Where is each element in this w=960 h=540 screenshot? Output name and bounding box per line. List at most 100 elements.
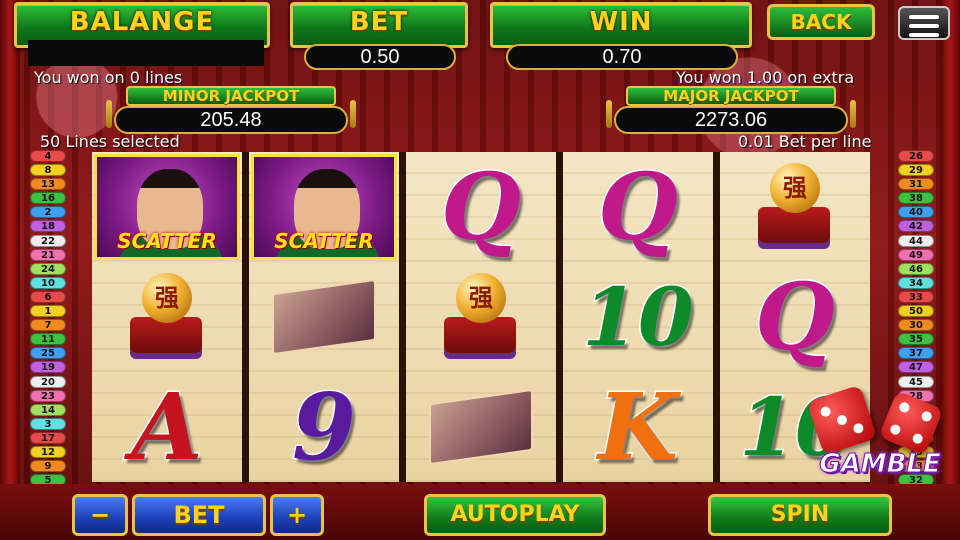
payline-number[interactable]: 50 xyxy=(898,305,934,318)
bet-button[interactable]: BET xyxy=(132,494,266,536)
payline-number[interactable]: 33 xyxy=(898,290,934,303)
scroll-symbol xyxy=(406,372,556,482)
win-label: WIN xyxy=(589,7,653,37)
letter-symbol-a: A xyxy=(92,372,242,482)
payline-number[interactable]: 25 xyxy=(30,347,66,360)
payline-number[interactable]: 26 xyxy=(898,150,934,162)
reel-3: Q强 xyxy=(406,152,556,482)
reel-1: SCATTER 强 A xyxy=(92,152,242,482)
payline-number[interactable]: 46 xyxy=(898,262,934,275)
symbol-glyph: Q xyxy=(753,263,836,371)
balance-value-box xyxy=(28,40,264,66)
crystal-orb-icon: 强 xyxy=(740,159,850,255)
payline-number[interactable]: 23 xyxy=(30,389,66,402)
payline-number[interactable]: 45 xyxy=(898,375,934,388)
tassel-icon xyxy=(850,100,856,128)
major-jackpot-label: MAJOR JACKPOT xyxy=(626,86,836,106)
symbol-glyph: A xyxy=(130,373,204,481)
orb-symbol: 强 xyxy=(406,262,556,372)
lines-selected-text: 50 Lines selected xyxy=(40,132,180,151)
payline-number[interactable]: 6 xyxy=(30,290,66,303)
crystal-orb-icon: 强 xyxy=(426,269,536,365)
scroll-map-icon xyxy=(425,388,537,466)
letter-symbol-k: K xyxy=(563,372,713,482)
bet-increase-button[interactable]: + xyxy=(270,494,324,536)
payline-number[interactable]: 49 xyxy=(898,248,934,261)
payline-number[interactable]: 13 xyxy=(30,178,66,191)
payline-number[interactable]: 40 xyxy=(898,206,934,219)
payline-number[interactable]: 10 xyxy=(30,276,66,289)
spin-button[interactable]: SPIN xyxy=(708,494,892,536)
hamburger-menu-icon[interactable] xyxy=(898,6,950,40)
payline-number[interactable]: 8 xyxy=(30,164,66,177)
payline-number[interactable]: 31 xyxy=(898,178,934,191)
bet-panel: BET xyxy=(290,2,468,48)
minor-jackpot: MINOR JACKPOT 205.48 xyxy=(106,86,356,134)
crystal-orb-icon: 强 xyxy=(112,269,222,365)
payline-number[interactable]: 30 xyxy=(898,319,934,332)
bet-value: 0.50 xyxy=(304,44,456,70)
minor-jackpot-label: MINOR JACKPOT xyxy=(126,86,336,106)
payline-number[interactable]: 17 xyxy=(30,431,66,444)
payline-number[interactable]: 16 xyxy=(30,192,66,205)
letter-symbol-q: Q xyxy=(720,262,870,372)
tassel-icon xyxy=(606,100,612,128)
scroll-map-icon xyxy=(268,278,380,356)
payline-number[interactable]: 38 xyxy=(898,192,934,205)
symbol-glyph: 9 xyxy=(290,373,357,481)
orb-symbol: 强 xyxy=(720,152,870,262)
reel-grid: SCATTER 强 A SCATTER 9 Q 强 Q 10 K 强 Q 10 xyxy=(92,152,870,482)
payline-number[interactable]: 7 xyxy=(30,319,66,332)
payline-number[interactable]: 14 xyxy=(30,403,66,416)
payline-number[interactable]: 18 xyxy=(30,220,66,233)
payline-number[interactable]: 24 xyxy=(30,262,66,275)
orb-symbol: 强 xyxy=(92,262,242,372)
payline-number[interactable]: 12 xyxy=(30,445,66,458)
payline-number[interactable]: 21 xyxy=(30,248,66,261)
reel-4: Q 10 K xyxy=(563,152,713,482)
payline-number[interactable]: 34 xyxy=(898,276,934,289)
letter-symbol-q: Q xyxy=(406,152,556,262)
payline-number[interactable]: 20 xyxy=(30,375,66,388)
scatter-label: SCATTER xyxy=(274,229,374,253)
back-button[interactable]: BACK xyxy=(767,4,875,40)
symbol-glyph: 10 xyxy=(581,270,695,364)
major-jackpot-value: 2273.06 xyxy=(614,106,848,134)
win-panel: WIN xyxy=(490,2,752,48)
bet-label: BET xyxy=(349,7,409,37)
gamble-button[interactable]: GAMBLE xyxy=(804,446,956,482)
payline-number[interactable]: 3 xyxy=(30,417,66,430)
payline-number[interactable]: 4 xyxy=(30,150,66,162)
payline-number[interactable]: 44 xyxy=(898,234,934,247)
payline-number[interactable]: 1 xyxy=(30,305,66,318)
payline-number[interactable]: 2 xyxy=(30,206,66,219)
win-value: 0.70 xyxy=(506,44,738,70)
balance-label: BALANGE xyxy=(69,7,215,37)
letter-symbol-q: Q xyxy=(563,152,713,262)
payline-number[interactable]: 37 xyxy=(898,347,934,360)
reel-2: SCATTER 9 xyxy=(249,152,399,482)
scatter-symbol: SCATTER xyxy=(92,152,242,262)
bet-per-line-text: 0.01 Bet per line xyxy=(738,132,872,151)
letter-symbol-9: 9 xyxy=(249,372,399,482)
payline-number[interactable]: 22 xyxy=(30,234,66,247)
minor-jackpot-value: 205.48 xyxy=(114,106,348,134)
payline-number[interactable]: 29 xyxy=(898,164,934,177)
symbol-glyph: K xyxy=(597,373,680,481)
symbol-glyph: Q xyxy=(596,153,679,261)
autoplay-button[interactable]: AUTOPLAY xyxy=(424,494,606,536)
payline-number[interactable]: 11 xyxy=(30,333,66,346)
bet-decrease-button[interactable]: − xyxy=(72,494,128,536)
scatter-frame: SCATTER xyxy=(94,154,240,260)
payline-number[interactable]: 35 xyxy=(898,333,934,346)
payline-number[interactable]: 47 xyxy=(898,361,934,374)
payline-number[interactable]: 9 xyxy=(30,460,66,473)
tassel-icon xyxy=(106,100,112,128)
scatter-label: SCATTER xyxy=(117,229,217,253)
tassel-icon xyxy=(350,100,356,128)
payline-number[interactable]: 42 xyxy=(898,220,934,233)
payline-numbers-left: 4 8 13 16 2 18 22 21 24 10 6 1 7 11 25 19 20 23 14 3 17 12 9 5 xyxy=(30,150,66,488)
won-extra-text: You won 1.00 on extra xyxy=(676,68,855,87)
payline-number[interactable]: 19 xyxy=(30,361,66,374)
curtain-left xyxy=(0,0,20,540)
